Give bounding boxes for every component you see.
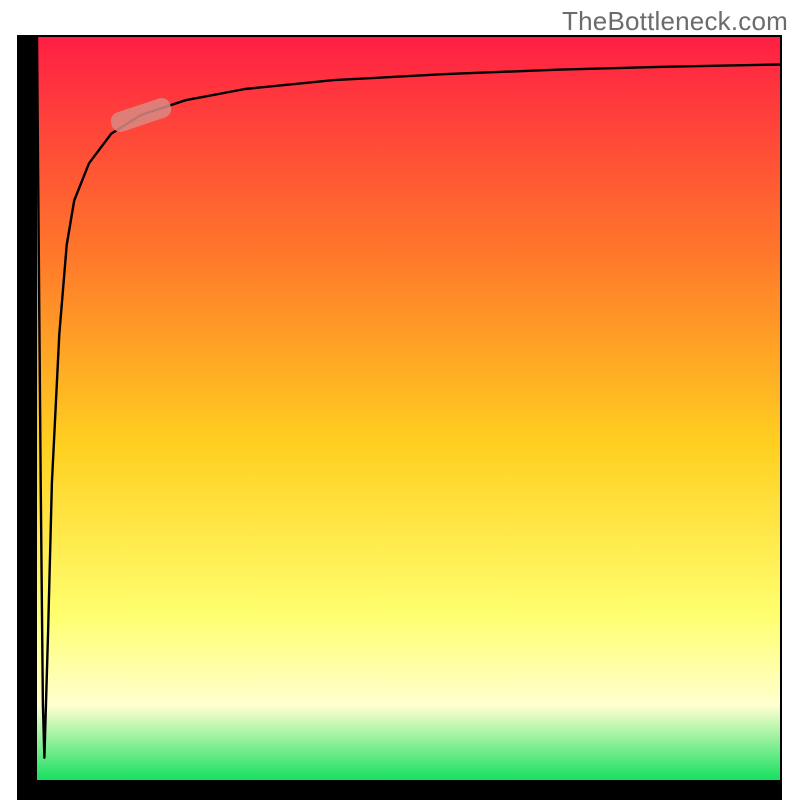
axis-left xyxy=(17,35,37,800)
bottleneck-chart xyxy=(0,0,800,800)
frame-right xyxy=(780,35,782,800)
frame-top xyxy=(17,35,782,37)
chart-stage: TheBottleneck.com xyxy=(0,0,800,800)
plot-background xyxy=(37,37,780,780)
axis-bottom xyxy=(17,780,782,800)
